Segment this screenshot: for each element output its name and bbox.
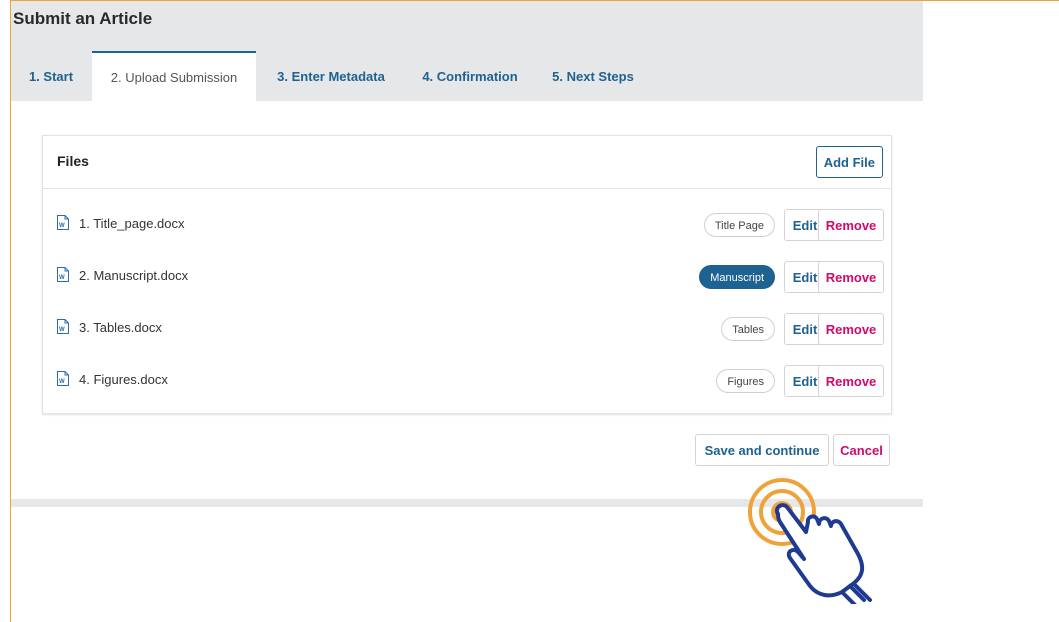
tab-enter-metadata[interactable]: 3. Enter Metadata	[264, 51, 398, 101]
file-name[interactable]: 3. Tables.docx	[79, 320, 162, 335]
save-and-continue-button[interactable]: Save and continue	[695, 434, 829, 466]
remove-button[interactable]: Remove	[818, 261, 884, 293]
page-title: Submit an Article	[13, 9, 153, 28]
word-document-icon: W	[57, 371, 69, 386]
file-type-badge[interactable]: Figures	[716, 369, 775, 393]
file-type-badge[interactable]: Manuscript	[699, 265, 775, 289]
tab-next-steps[interactable]: 5. Next Steps	[543, 51, 643, 101]
file-name[interactable]: 1. Title_page.docx	[79, 216, 185, 231]
remove-button[interactable]: Remove	[818, 365, 884, 397]
file-row: W 1. Title_page.docx Title Page Edit Rem…	[43, 198, 891, 250]
file-row: W 3. Tables.docx Tables Edit Remove	[43, 302, 891, 354]
remove-button[interactable]: Remove	[818, 209, 884, 241]
file-name[interactable]: 4. Figures.docx	[79, 372, 168, 387]
tab-confirmation[interactable]: 4. Confirmation	[409, 51, 531, 101]
file-name[interactable]: 2. Manuscript.docx	[79, 268, 188, 283]
files-panel: Files Add File W 1. Title_page.docx Titl…	[42, 135, 892, 414]
file-type-badge[interactable]: Tables	[721, 317, 775, 341]
file-type-badge[interactable]: Title Page	[703, 213, 775, 237]
hand-outline	[775, 503, 865, 598]
tab-upload-submission[interactable]: 2. Upload Submission	[92, 51, 256, 101]
svg-text:W: W	[59, 275, 65, 281]
add-file-button[interactable]: Add File	[815, 146, 883, 178]
file-row: W 4. Figures.docx Figures Edit Remove	[43, 354, 891, 406]
file-row: W 2. Manuscript.docx Manuscript Edit Rem…	[43, 250, 891, 302]
svg-text:W: W	[59, 327, 65, 333]
remove-button[interactable]: Remove	[818, 313, 884, 345]
tab-start[interactable]: 1. Start	[11, 51, 91, 101]
tab-content: Files Add File W 1. Title_page.docx Titl…	[11, 101, 923, 499]
cancel-button[interactable]: Cancel	[833, 434, 890, 466]
svg-text:W: W	[59, 223, 65, 229]
files-header: Files Add File	[43, 136, 891, 189]
word-document-icon: W	[57, 267, 69, 282]
word-document-icon: W	[57, 215, 69, 230]
word-document-icon: W	[57, 319, 69, 334]
wizard-tabs: 1. Start 2. Upload Submission 3. Enter M…	[11, 51, 923, 101]
tap-hand-icon	[748, 478, 872, 604]
files-title: Files	[57, 153, 89, 169]
svg-text:W: W	[59, 379, 65, 385]
submission-panel: Submit an Article 1. Start 2. Upload Sub…	[11, 1, 923, 507]
